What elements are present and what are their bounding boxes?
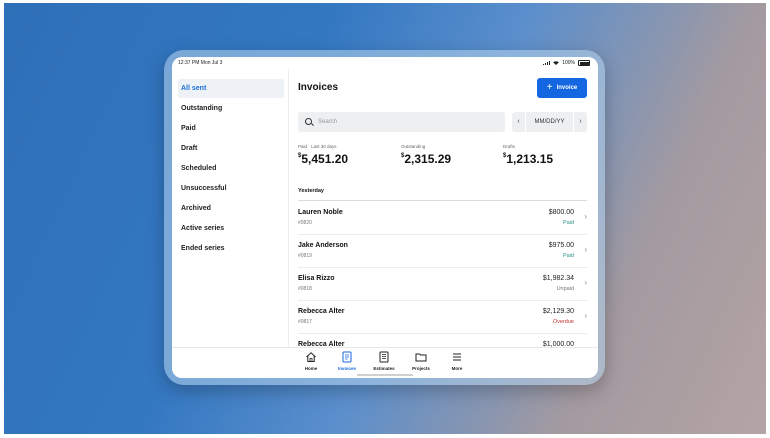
plus-icon: +	[546, 82, 553, 93]
sidebar-item-draft[interactable]: Draft	[178, 139, 284, 158]
tab-more[interactable]: More	[442, 351, 472, 371]
stat-value: 5,451.20	[301, 152, 349, 166]
stat-amount: $1,213.15	[503, 152, 553, 166]
invoice-amount: $1,982.34	[542, 275, 574, 282]
tab-label: Estimates	[373, 366, 395, 371]
invoice-number: #0820	[298, 220, 312, 226]
page-title: Invoices	[298, 82, 339, 93]
chevron-left-icon[interactable]: ‹	[512, 112, 526, 132]
invoice-number: #0818	[298, 286, 312, 292]
invoice-amount: $975.00	[548, 242, 574, 249]
status-badge: Unpaid	[556, 286, 574, 292]
stat-value: 2,315.29	[404, 152, 452, 166]
home-icon	[306, 352, 316, 362]
invoice-amount: $800.00	[548, 209, 574, 216]
stat-paid[interactable]: Paid · Last 30 days $5,451.20	[298, 144, 348, 166]
tab-label: Home	[304, 366, 318, 371]
wifi-icon	[553, 61, 560, 65]
tab-label: Projects	[412, 366, 430, 371]
home-indicator	[357, 374, 413, 376]
sidebar-item-ended-series[interactable]: Ended series	[178, 239, 284, 258]
folder-icon	[415, 353, 427, 362]
invoice-icon	[342, 351, 352, 363]
stat-amount: $2,315.29	[401, 152, 451, 166]
estimate-icon	[379, 351, 389, 363]
chevron-right-icon: ›	[584, 311, 587, 320]
menu-icon	[453, 353, 461, 361]
status-icons: 100%	[543, 60, 590, 66]
chevron-right-icon[interactable]: ›	[573, 112, 587, 132]
tab-estimates[interactable]: Estimates	[369, 351, 399, 371]
client-name: Elisa Rizzo	[298, 275, 335, 282]
invoice-number: #0817	[298, 319, 312, 325]
sidebar-item-unsuccessful[interactable]: Unsuccessful	[178, 179, 284, 198]
status-badge: Paid	[562, 220, 574, 226]
stat-outstanding[interactable]: Outstanding $2,315.29	[401, 144, 451, 166]
section-header: Yesterday	[298, 188, 324, 194]
chevron-right-icon: ›	[584, 245, 587, 254]
search-input[interactable]: Search	[298, 112, 505, 132]
invoice-row[interactable]: Jake Anderson #0819 $975.00 Paid ›	[298, 234, 587, 268]
tab-label: More	[451, 366, 463, 371]
invoice-row[interactable]: Lauren Noble #0820 $800.00 Paid ›	[298, 201, 587, 235]
chevron-right-icon: ›	[584, 278, 587, 287]
new-invoice-button[interactable]: + Invoice	[537, 78, 587, 98]
client-name: Rebecca Alter	[298, 308, 345, 315]
tab-projects[interactable]: Projects	[406, 351, 436, 371]
date-picker: ‹ MM/DD/YY ›	[512, 112, 587, 132]
client-name: Lauren Noble	[298, 209, 343, 216]
invoice-amount: $2,129.30	[542, 308, 574, 315]
stat-amount: $5,451.20	[298, 152, 348, 166]
sidebar-item-all-sent[interactable]: All sent	[178, 79, 284, 98]
battery-icon	[578, 60, 590, 66]
status-bar: 12:37 PM Mon Jul 3 100%	[172, 57, 598, 69]
sidebar-item-scheduled[interactable]: Scheduled	[178, 159, 284, 178]
client-name: Jake Anderson	[298, 242, 348, 249]
status-time: 12:37 PM Mon Jul 3	[178, 60, 223, 66]
stat-label: Outstanding	[401, 144, 426, 149]
invoice-number: #0819	[298, 253, 312, 259]
stat-value: 1,213.15	[506, 152, 554, 166]
search-placeholder: Search	[318, 119, 338, 125]
chevron-right-icon: ›	[584, 212, 587, 221]
sidebar-item-outstanding[interactable]: Outstanding	[178, 99, 284, 118]
invoices-panel: Invoices + Invoice Search ‹ MM/DD/YY › P…	[289, 69, 598, 348]
battery-percent: 100%	[562, 60, 575, 66]
stat-drafts[interactable]: Drafts $1,213.15	[503, 144, 553, 166]
stat-label: Drafts	[503, 144, 516, 149]
tab-invoices[interactable]: Invoices	[332, 351, 362, 371]
sidebar-item-paid[interactable]: Paid	[178, 119, 284, 138]
status-badge: Paid	[562, 253, 574, 259]
sidebar-item-archived[interactable]: Archived	[178, 199, 284, 218]
stat-label: Paid · Last 30 days	[298, 144, 337, 149]
app-screen: 12:37 PM Mon Jul 3 100% All sent Outstan…	[172, 57, 598, 378]
sidebar: All sent Outstanding Paid Draft Schedule…	[172, 69, 288, 359]
tab-label: Invoices	[337, 366, 356, 371]
status-badge: Overdue	[552, 319, 574, 325]
tab-home[interactable]: Home	[296, 351, 326, 371]
invoice-row[interactable]: Rebecca Alter #0817 $2,129.30 Overdue ›	[298, 300, 587, 334]
invoice-row[interactable]: Elisa Rizzo #0818 $1,982.34 Unpaid ›	[298, 267, 587, 301]
new-invoice-label: Invoice	[556, 85, 578, 91]
date-field[interactable]: MM/DD/YY	[525, 112, 574, 132]
search-icon	[305, 118, 312, 125]
cellular-icon	[543, 61, 551, 65]
sidebar-item-active-series[interactable]: Active series	[178, 219, 284, 238]
